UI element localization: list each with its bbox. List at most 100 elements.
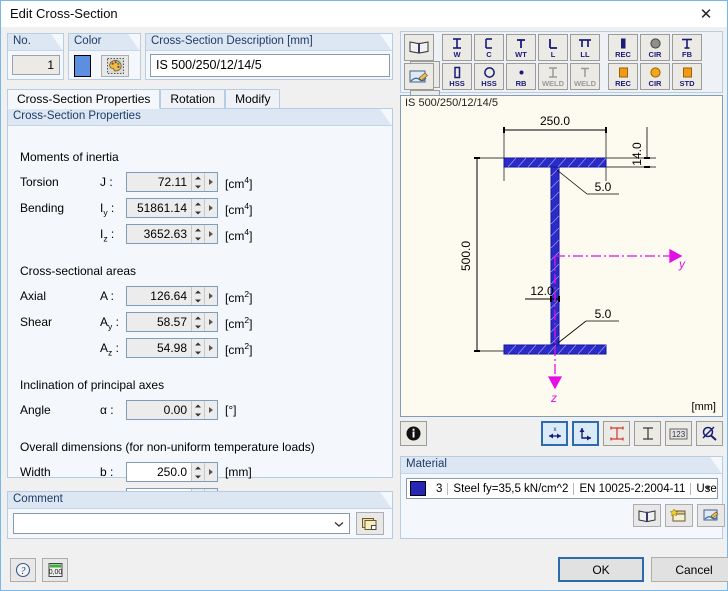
shape-rec-button[interactable]: REC [608,34,638,61]
cancel-button[interactable]: Cancel [651,557,728,582]
spinner-more-icon[interactable] [204,287,217,305]
dimension-x-icon[interactable]: x [541,421,568,446]
property-value[interactable]: 58.57 [127,313,191,331]
property-spinner[interactable]: 0.00 [126,400,218,420]
dimension-height-icon[interactable] [634,421,661,446]
spinner-more-icon[interactable] [204,199,217,217]
import-button[interactable] [404,63,434,90]
property-row-label: Width [20,465,51,479]
spinner-more-icon[interactable] [204,225,217,243]
spinner-up-down-icon[interactable] [191,313,204,331]
shape-button-label: REC [615,79,631,88]
spinner-more-icon[interactable] [204,173,217,191]
material-combo[interactable]: 3 Steel fy=35,5 kN/cm^2 EN 10025-2:2004-… [406,478,718,499]
material-new-button[interactable] [665,504,693,527]
property-spinner[interactable]: 58.57 [126,312,218,332]
units-button[interactable]: 0,00 [42,558,68,582]
shape-button-label: STD [679,79,695,88]
spinner-more-icon[interactable] [204,339,217,357]
no-dimension-icon[interactable] [696,421,723,446]
spinner-more-icon[interactable] [204,401,217,419]
material-name: Steel fy=35,5 kN/cm^2 [448,482,575,495]
cross-section-number-field[interactable]: 1 [12,55,60,75]
hss-rect-icon [451,66,463,79]
numbers-123-icon[interactable]: 123 [665,421,692,446]
spinner-up-down-icon[interactable] [191,463,204,481]
property-value[interactable]: 72.11 [127,173,191,191]
chevron-down-icon[interactable]: ▾ [702,483,714,494]
property-spinner[interactable]: 3652.63 [126,224,218,244]
shape-weld-i-button[interactable]: WELD [538,63,568,90]
section-drawing-svg: 250.0 14.0 500.0 5.0 5.0 12.0 y z [459,114,686,405]
spinner-up-down-icon[interactable] [191,173,204,191]
shape-std-button[interactable]: STD [672,63,702,90]
dim-width-text: 250.0 [540,114,570,128]
shape-wt-button[interactable]: WT [506,34,536,61]
rectangle-icon [617,37,629,50]
library-button[interactable] [404,34,434,61]
spinner-more-icon[interactable] [204,313,217,331]
material-panel: Material 3 Steel fy=35,5 kN/cm^2 EN 1002… [400,456,725,539]
property-value[interactable]: 51861.14 [127,199,191,217]
properties-group-title: Moments of inertia [20,150,119,164]
edit-cross-section-dialog: Edit Cross-Section ✕ No. 1 Color Cross-S… [0,0,728,591]
shape-cir-solid-button[interactable]: CIR [640,63,670,90]
comment-input[interactable] [13,513,350,534]
property-value[interactable]: 3652.63 [127,225,191,243]
shape-hss-rect-button[interactable]: HSS [442,63,472,90]
shape-rb-button[interactable]: RB [506,63,536,90]
shape-ll-button[interactable]: LL [570,34,600,61]
properties-body: Moments of inertia Torsion J : 72.11 [cm4] Be… [8,126,392,508]
dimension-parts-icon[interactable] [572,421,599,446]
drawing-caption: IS 500/250/12/14/5 [405,97,498,109]
palette-icon[interactable] [101,55,129,77]
color-swatch[interactable] [74,55,91,77]
property-spinner[interactable]: 126.64 [126,286,218,306]
shape-c-button[interactable]: C [474,34,504,61]
ok-button[interactable]: OK [558,557,644,582]
axis-z-label: z [550,391,557,405]
spinner-up-down-icon[interactable] [191,199,204,217]
shape-w-button[interactable]: W [442,34,472,61]
property-unit: [cm2] [225,341,253,357]
cross-section-description-input[interactable]: IS 500/250/12/14/5 [150,54,390,77]
property-value[interactable]: 126.64 [127,287,191,305]
shape-rec-solid-button[interactable]: REC [608,63,638,90]
shape-cir-button[interactable]: CIR [640,34,670,61]
shape-hss-round-button[interactable]: HSS [474,63,504,90]
property-spinner[interactable]: 250.0 [126,462,218,482]
property-value[interactable]: 54.98 [127,339,191,357]
property-spinner[interactable]: 72.11 [126,172,218,192]
property-spinner[interactable]: 54.98 [126,338,218,358]
drawing-unit-label: [mm] [691,401,716,413]
property-value[interactable]: 0.00 [127,401,191,419]
shape-weld-t-button[interactable]: WELD [570,63,600,90]
spinner-up-down-icon[interactable] [191,287,204,305]
help-button[interactable]: ? [10,558,36,582]
description-panel-title: Cross-Section Description [mm] [146,34,392,51]
spinner-up-down-icon[interactable] [191,225,204,243]
comment-panel-title: Comment [8,492,392,509]
view-toolbar: x 123 [400,421,723,449]
book-icon [409,40,429,55]
tab-rotation[interactable]: Rotation [160,89,226,109]
shape-fb-button[interactable]: FB [672,34,702,61]
spinner-up-down-icon[interactable] [191,401,204,419]
shape-l-button[interactable]: L [538,34,568,61]
close-icon[interactable]: ✕ [685,1,727,26]
copy-comment-icon[interactable] [356,512,384,535]
material-library-button[interactable] [633,504,661,527]
tab-cross-section-properties[interactable]: Cross-Section Properties [7,89,161,109]
angle-icon [546,37,560,50]
property-spinner[interactable]: 51861.14 [126,198,218,218]
info-button[interactable] [400,421,427,446]
spinner-up-down-icon[interactable] [191,339,204,357]
properties-group-title: Overall dimensions (for non-uniform temp… [20,440,315,454]
tab-modify[interactable]: Modify [225,89,281,109]
material-color-swatch [410,481,426,496]
material-edit-button[interactable] [697,504,725,527]
dimension-all-icon[interactable] [603,421,630,446]
property-value[interactable]: 250.0 [127,463,191,481]
spinner-more-icon[interactable] [204,463,217,481]
properties-group-title: Inclination of principal axes [20,378,165,392]
